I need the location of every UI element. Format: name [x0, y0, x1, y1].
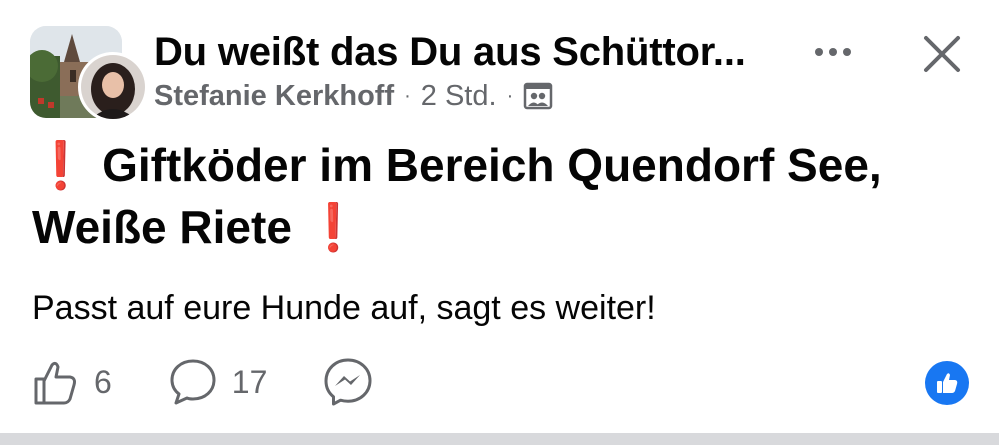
more-options-button[interactable] [808, 32, 858, 72]
send-messenger-button[interactable] [323, 357, 387, 407]
post-divider [0, 433, 999, 445]
meta-separator: · [404, 85, 411, 107]
comment-button[interactable]: 17 [168, 357, 268, 407]
exclamation-emoji: ❗ [304, 201, 362, 253]
title-line-2: Weiße Riete [32, 201, 292, 253]
post-meta: Stefanie Kerkhoff · 2 Std. · [154, 78, 804, 114]
more-horizontal-icon [815, 48, 851, 56]
avatar[interactable] [78, 52, 148, 122]
messenger-icon [324, 358, 372, 406]
close-icon [924, 36, 960, 72]
exclamation-emoji: ❗ [32, 139, 90, 191]
user-photo [81, 55, 145, 119]
post-body: Passt auf eure Hunde auf, sagt es weiter… [32, 289, 656, 327]
thumbs-up-filled-icon [937, 373, 958, 393]
title-line-1: Giftköder im Bereich Quendorf See, [102, 139, 882, 191]
post-title: ❗ Giftköder im Bereich Quendorf See, Wei… [32, 134, 972, 258]
like-reaction-icon[interactable] [925, 361, 969, 405]
author-name[interactable]: Stefanie Kerkhoff [154, 78, 394, 114]
like-button[interactable]: 6 [30, 357, 112, 407]
group-members-icon [523, 82, 553, 110]
comment-icon [170, 359, 216, 405]
post-card: Du weißt das Du aus Schüttor... Stefanie… [0, 0, 999, 445]
action-bar: 6 17 [30, 352, 443, 412]
thumbs-up-icon [34, 361, 76, 405]
post-time[interactable]: 2 Std. [421, 78, 497, 114]
like-count: 6 [94, 363, 112, 400]
post-header: Du weißt das Du aus Schüttor... Stefanie… [154, 28, 804, 114]
comment-count: 17 [231, 363, 268, 400]
meta-separator: · [506, 85, 514, 107]
group-name[interactable]: Du weißt das Du aus Schüttor... [154, 28, 804, 76]
close-button[interactable] [918, 30, 966, 78]
